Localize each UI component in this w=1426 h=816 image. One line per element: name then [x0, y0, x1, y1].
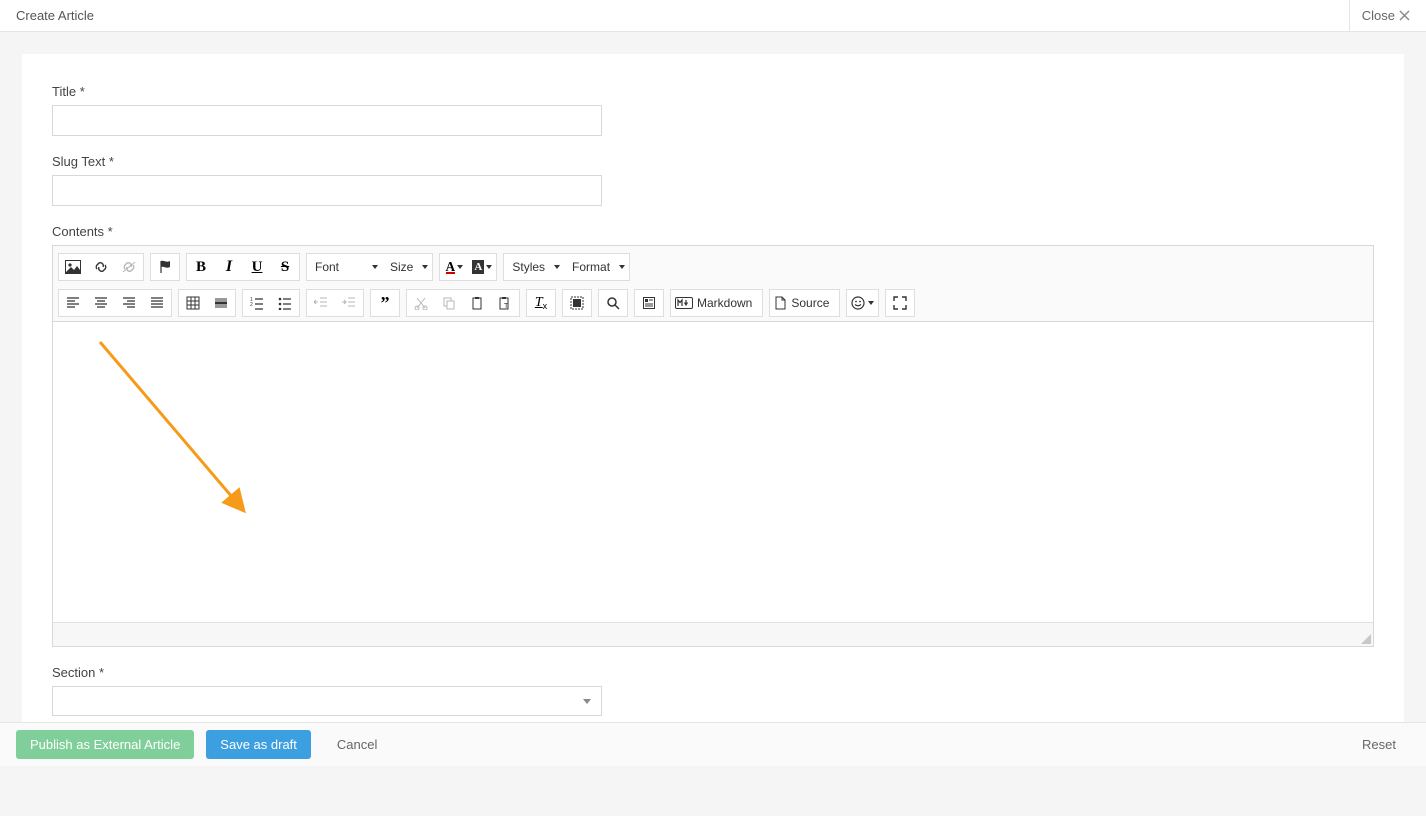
save-draft-button[interactable]: Save as draft	[206, 730, 311, 759]
editor-content-area[interactable]	[53, 322, 1373, 622]
footer-bar: Publish as External Article Save as draf…	[0, 722, 1426, 766]
align-right-icon[interactable]	[115, 290, 143, 316]
cut-icon[interactable]	[407, 290, 435, 316]
flag-icon[interactable]	[151, 254, 179, 280]
paste-text-icon[interactable]: T	[491, 290, 519, 316]
text-color-icon[interactable]: A	[440, 254, 468, 280]
title-input[interactable]	[52, 105, 602, 136]
bold-icon[interactable]: B	[187, 254, 215, 280]
publish-button[interactable]: Publish as External Article	[16, 730, 194, 759]
source-button[interactable]: Source	[770, 290, 839, 316]
page-title: Create Article	[16, 8, 94, 23]
align-justify-icon[interactable]	[143, 290, 171, 316]
source-file-icon	[774, 296, 787, 310]
section-label: Section *	[52, 665, 1374, 680]
copy-icon[interactable]	[435, 290, 463, 316]
cancel-button[interactable]: Cancel	[323, 730, 391, 759]
maximize-icon[interactable]	[886, 290, 914, 316]
align-left-icon[interactable]	[59, 290, 87, 316]
reset-button[interactable]: Reset	[1348, 730, 1410, 759]
close-button[interactable]: Close	[1349, 0, 1410, 32]
markdown-icon	[675, 297, 693, 309]
italic-icon[interactable]: I	[215, 254, 243, 280]
form-card: Title * Slug Text * Contents *	[22, 54, 1404, 746]
template-icon[interactable]	[635, 290, 663, 316]
paste-icon[interactable]	[463, 290, 491, 316]
slug-input[interactable]	[52, 175, 602, 206]
format-dropdown[interactable]: Format	[564, 254, 629, 280]
editor-resize-handle[interactable]	[53, 622, 1373, 646]
align-center-icon[interactable]	[87, 290, 115, 316]
close-icon	[1399, 10, 1410, 21]
unordered-list-icon[interactable]	[271, 290, 299, 316]
rich-text-editor: B I U S Font Size A A Styles	[52, 245, 1374, 647]
chevron-down-icon	[583, 699, 591, 704]
title-label: Title *	[52, 84, 1374, 99]
find-icon[interactable]	[599, 290, 627, 316]
unlink-icon[interactable]	[115, 254, 143, 280]
underline-icon[interactable]: U	[243, 254, 271, 280]
emoji-icon[interactable]	[847, 290, 878, 316]
markdown-button[interactable]: Markdown	[671, 290, 762, 316]
editor-toolbar: B I U S Font Size A A Styles	[53, 246, 1373, 322]
outdent-icon[interactable]	[307, 290, 335, 316]
remove-format-icon[interactable]: Tx	[527, 290, 555, 316]
styles-dropdown[interactable]: Styles	[504, 254, 564, 280]
blockquote-icon[interactable]: ”	[371, 290, 399, 316]
svg-text:2: 2	[250, 302, 253, 308]
bg-color-icon[interactable]: A	[468, 254, 496, 280]
horizontal-rule-icon[interactable]	[207, 290, 235, 316]
font-dropdown[interactable]: Font	[307, 254, 382, 280]
section-select[interactable]	[52, 686, 602, 716]
select-all-icon[interactable]	[563, 290, 591, 316]
annotation-arrow-icon	[94, 336, 264, 526]
ordered-list-icon[interactable]: 12	[243, 290, 271, 316]
slug-label: Slug Text *	[52, 154, 1374, 169]
top-bar: Create Article Close	[0, 0, 1426, 32]
svg-text:T: T	[504, 303, 509, 310]
link-icon[interactable]	[87, 254, 115, 280]
strikethrough-icon[interactable]: S	[271, 254, 299, 280]
image-icon[interactable]	[59, 254, 87, 280]
size-dropdown[interactable]: Size	[382, 254, 432, 280]
indent-icon[interactable]	[335, 290, 363, 316]
contents-label: Contents *	[52, 224, 1374, 239]
table-icon[interactable]	[179, 290, 207, 316]
